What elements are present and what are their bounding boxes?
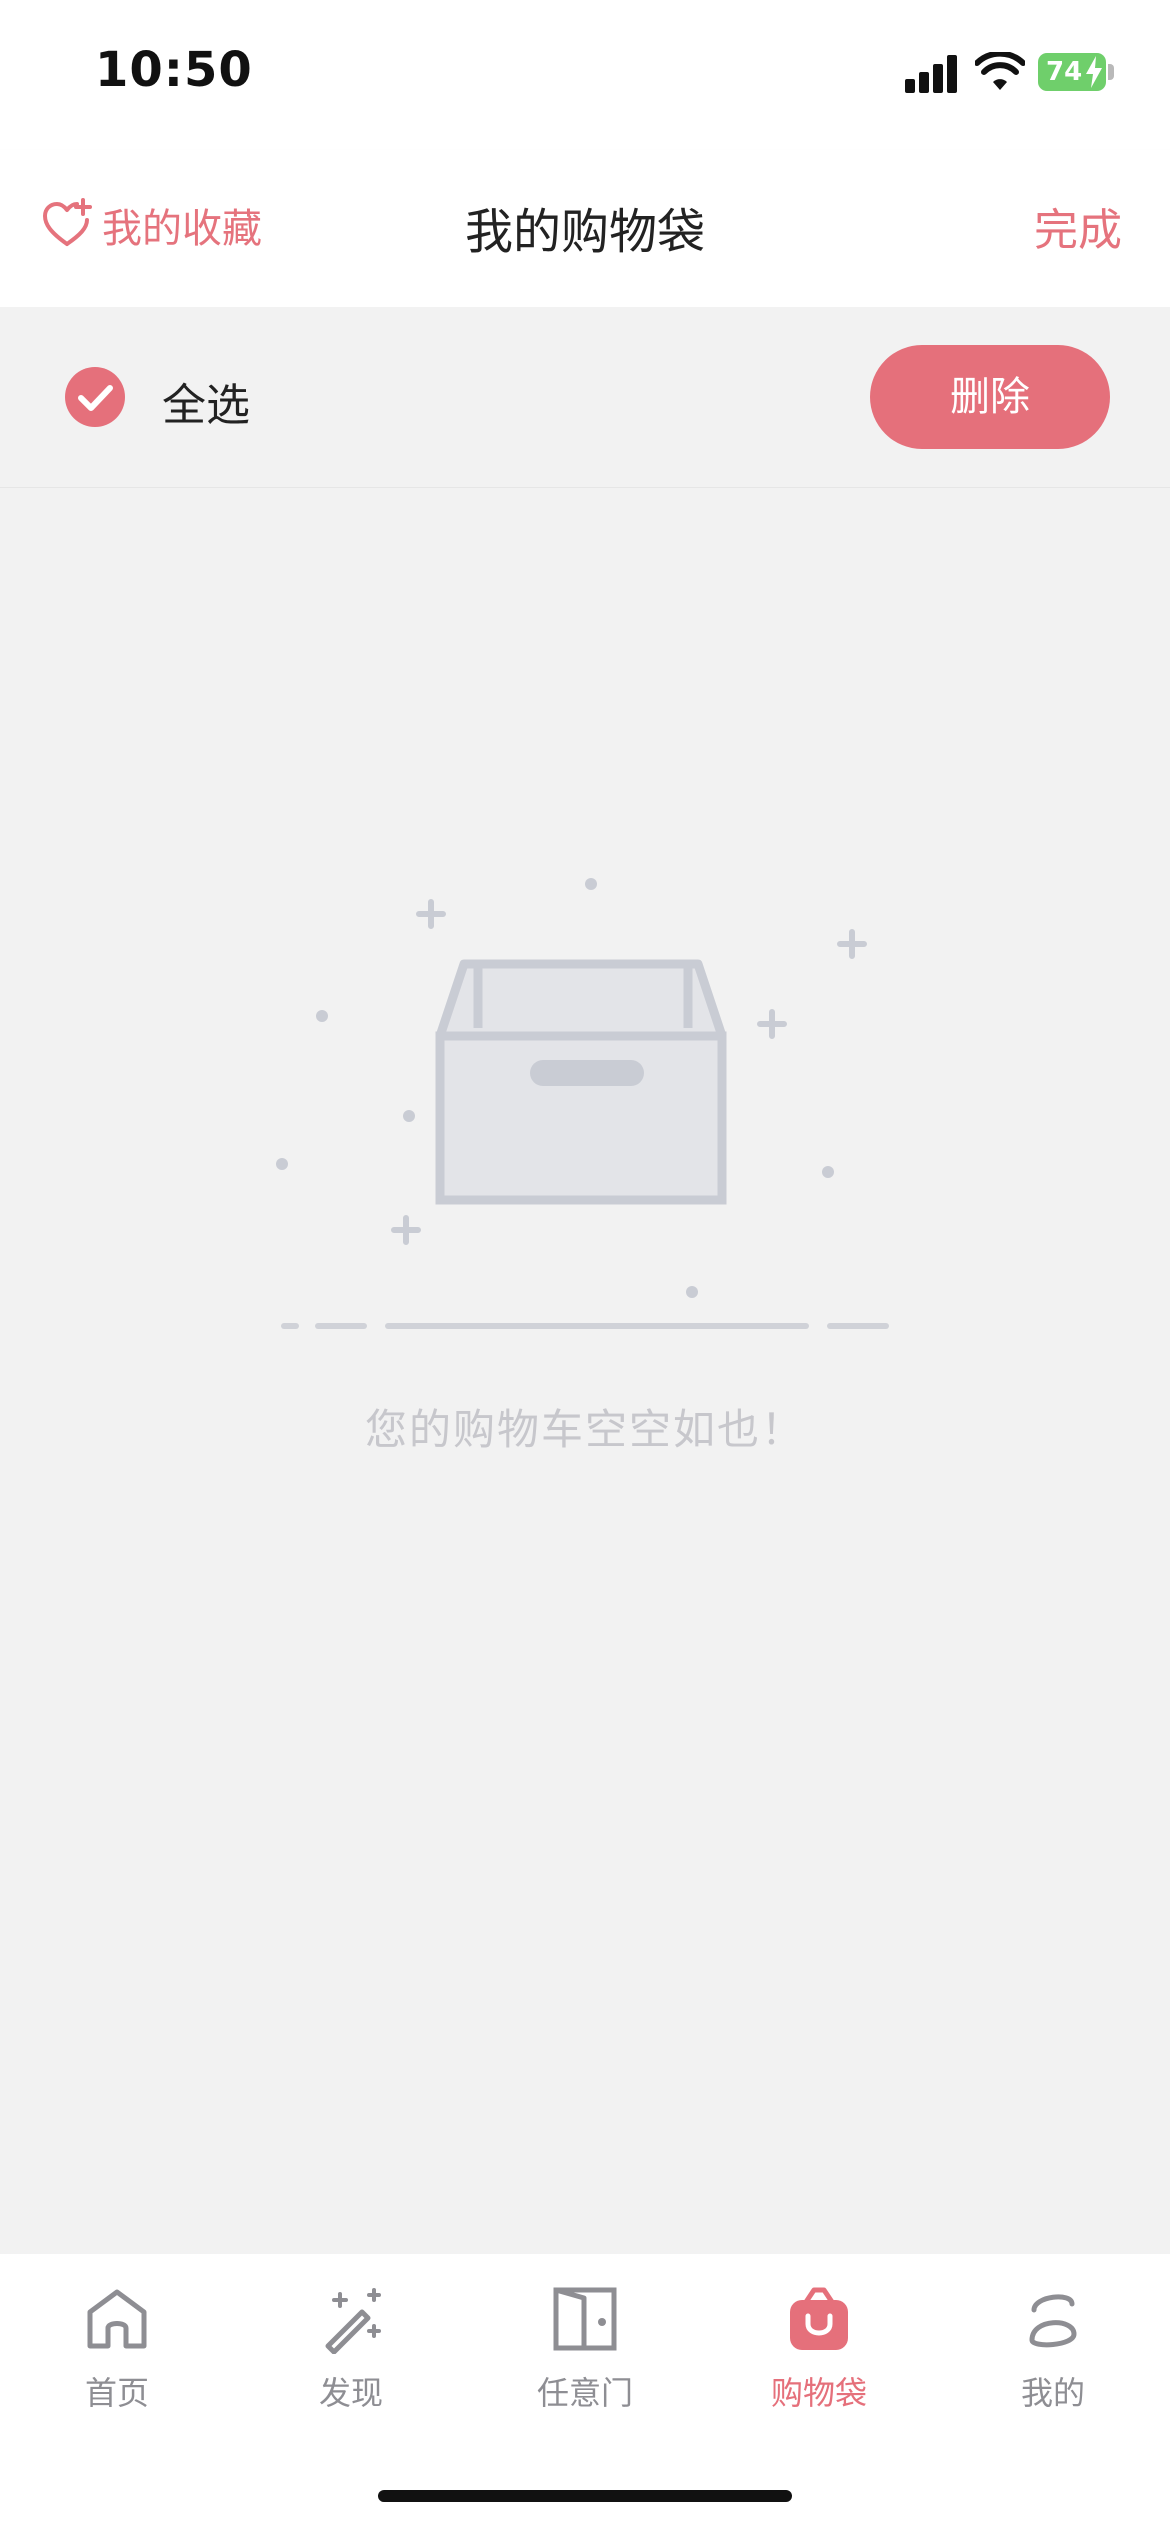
charging-bolt-icon bbox=[1086, 56, 1102, 88]
tab-home-label: 首页 bbox=[84, 2374, 149, 2412]
tab-home[interactable]: 首页 bbox=[0, 2284, 234, 2414]
tab-shopping-bag[interactable]: 购物袋 bbox=[702, 2284, 936, 2414]
profile-icon bbox=[1029, 2294, 1077, 2348]
tab-discover[interactable]: 发现 bbox=[234, 2284, 468, 2414]
tab-profile-label: 我的 bbox=[1020, 2374, 1085, 2412]
select-bar: 全选 删除 bbox=[0, 307, 1170, 488]
magic-wand-icon bbox=[325, 2288, 381, 2354]
home-indicator bbox=[378, 2490, 792, 2502]
empty-box-illustration bbox=[276, 878, 889, 1329]
status-bar: 10:50 74 bbox=[0, 0, 1170, 150]
signal-icon bbox=[905, 55, 961, 93]
select-all-checkbox[interactable] bbox=[65, 367, 125, 427]
empty-cart-message: 您的购物车空空如也！ bbox=[364, 1405, 805, 1454]
delete-button[interactable]: 删除 bbox=[870, 345, 1110, 449]
tab-profile[interactable]: 我的 bbox=[936, 2284, 1170, 2414]
status-time: 10:50 bbox=[95, 42, 253, 98]
tab-door[interactable]: 任意门 bbox=[468, 2284, 702, 2414]
done-button[interactable]: 完成 bbox=[1034, 194, 1122, 258]
select-all-label[interactable]: 全选 bbox=[162, 369, 250, 433]
nav-bar: 我的收藏 我的购物袋 完成 bbox=[0, 150, 1170, 307]
shopping-bag-icon bbox=[790, 2287, 848, 2350]
tab-door-label: 任意门 bbox=[536, 2374, 633, 2412]
battery-cap bbox=[1108, 64, 1114, 80]
tab-shopping-bag-label: 购物袋 bbox=[770, 2374, 867, 2412]
wifi-icon bbox=[975, 52, 1025, 90]
door-icon bbox=[553, 2287, 617, 2351]
battery-level: 74 bbox=[1046, 57, 1083, 87]
home-icon bbox=[87, 2289, 147, 2349]
tab-discover-label: 发现 bbox=[318, 2374, 383, 2412]
page-title: 我的购物袋 bbox=[464, 204, 705, 260]
